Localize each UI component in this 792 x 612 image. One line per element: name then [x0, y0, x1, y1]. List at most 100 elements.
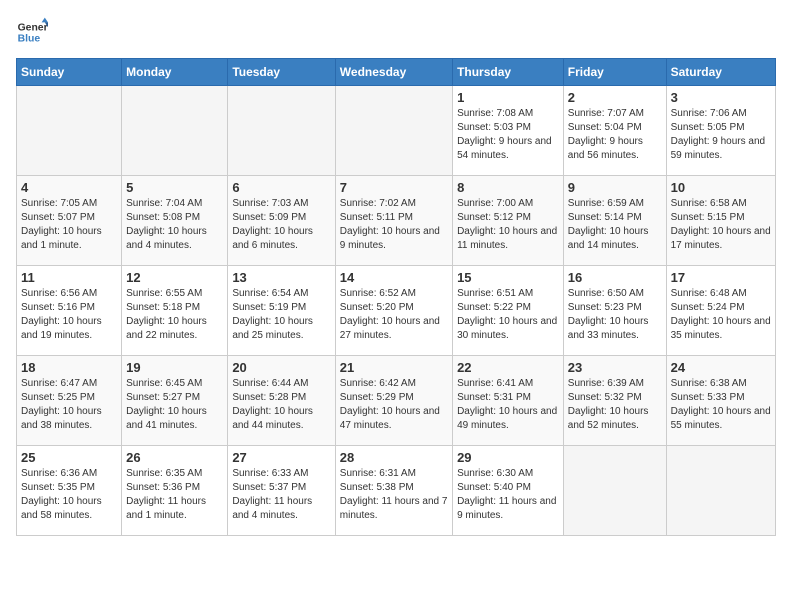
calendar-cell: 29 Sunrise: 6:30 AM Sunset: 5:40 PM Dayli… — [453, 446, 564, 536]
day-info: Sunrise: 6:52 AM Sunset: 5:20 PM Dayligh… — [340, 287, 448, 343]
calendar-cell: 7 Sunrise: 7:02 AM Sunset: 5:11 PM Daylig… — [335, 176, 452, 266]
calendar-cell — [335, 86, 452, 176]
calendar-cell: 28 Sunrise: 6:31 AM Sunset: 5:38 PM Dayli… — [335, 446, 452, 536]
day-number: 12 — [126, 270, 223, 285]
day-number: 17 — [671, 270, 771, 285]
day-number: 10 — [671, 180, 771, 195]
calendar-cell: 22 Sunrise: 6:41 AM Sunset: 5:31 PM Dayli… — [453, 356, 564, 446]
calendar-cell: 10 Sunrise: 6:58 AM Sunset: 5:15 PM Dayli… — [666, 176, 775, 266]
day-number: 22 — [457, 360, 559, 375]
day-info: Sunrise: 6:35 AM Sunset: 5:36 PM Dayligh… — [126, 467, 223, 523]
day-number: 2 — [568, 90, 662, 105]
day-info: Sunrise: 6:41 AM Sunset: 5:31 PM Dayligh… — [457, 377, 559, 433]
day-number: 19 — [126, 360, 223, 375]
calendar-cell — [666, 446, 775, 536]
day-number: 20 — [232, 360, 330, 375]
day-info: Sunrise: 7:08 AM Sunset: 5:03 PM Dayligh… — [457, 107, 559, 163]
day-number: 11 — [21, 270, 117, 285]
calendar-table: SundayMondayTuesdayWednesdayThursdayFrid… — [16, 58, 776, 536]
page-header: General Blue — [16, 16, 776, 48]
day-info: Sunrise: 7:02 AM Sunset: 5:11 PM Dayligh… — [340, 197, 448, 253]
calendar-cell: 13 Sunrise: 6:54 AM Sunset: 5:19 PM Dayli… — [228, 266, 335, 356]
day-header-monday: Monday — [122, 59, 228, 86]
day-number: 28 — [340, 450, 448, 465]
day-number: 24 — [671, 360, 771, 375]
calendar-cell — [563, 446, 666, 536]
calendar-cell — [228, 86, 335, 176]
day-info: Sunrise: 6:30 AM Sunset: 5:40 PM Dayligh… — [457, 467, 559, 523]
day-info: Sunrise: 6:38 AM Sunset: 5:33 PM Dayligh… — [671, 377, 771, 433]
calendar-cell: 20 Sunrise: 6:44 AM Sunset: 5:28 PM Dayli… — [228, 356, 335, 446]
day-number: 21 — [340, 360, 448, 375]
week-row-5: 25 Sunrise: 6:36 AM Sunset: 5:35 PM Dayli… — [17, 446, 776, 536]
day-info: Sunrise: 6:33 AM Sunset: 5:37 PM Dayligh… — [232, 467, 330, 523]
day-info: Sunrise: 7:00 AM Sunset: 5:12 PM Dayligh… — [457, 197, 559, 253]
calendar-cell: 26 Sunrise: 6:35 AM Sunset: 5:36 PM Dayli… — [122, 446, 228, 536]
calendar-cell: 4 Sunrise: 7:05 AM Sunset: 5:07 PM Daylig… — [17, 176, 122, 266]
day-info: Sunrise: 7:07 AM Sunset: 5:04 PM Dayligh… — [568, 107, 662, 163]
calendar-cell: 25 Sunrise: 6:36 AM Sunset: 5:35 PM Dayli… — [17, 446, 122, 536]
day-info: Sunrise: 6:51 AM Sunset: 5:22 PM Dayligh… — [457, 287, 559, 343]
day-info: Sunrise: 6:55 AM Sunset: 5:18 PM Dayligh… — [126, 287, 223, 343]
day-number: 18 — [21, 360, 117, 375]
day-header-sunday: Sunday — [17, 59, 122, 86]
day-info: Sunrise: 6:58 AM Sunset: 5:15 PM Dayligh… — [671, 197, 771, 253]
day-number: 29 — [457, 450, 559, 465]
calendar-cell: 16Sunrise: 6:50 AM Sunset: 5:23 PM Dayli… — [563, 266, 666, 356]
calendar-cell — [122, 86, 228, 176]
day-number: 27 — [232, 450, 330, 465]
day-number: 13 — [232, 270, 330, 285]
day-info: Sunrise: 7:05 AM Sunset: 5:07 PM Dayligh… — [21, 197, 117, 253]
calendar-cell: 24 Sunrise: 6:38 AM Sunset: 5:33 PM Dayli… — [666, 356, 775, 446]
day-info: Sunrise: 6:45 AM Sunset: 5:27 PM Dayligh… — [126, 377, 223, 433]
day-header-thursday: Thursday — [453, 59, 564, 86]
logo: General Blue — [16, 16, 56, 48]
calendar-body: 1Sunrise: 7:08 AM Sunset: 5:03 PM Daylig… — [17, 86, 776, 536]
day-info: Sunrise: 6:36 AM Sunset: 5:35 PM Dayligh… — [21, 467, 117, 523]
day-info: Sunrise: 6:56 AM Sunset: 5:16 PM Dayligh… — [21, 287, 117, 343]
day-info: Sunrise: 6:48 AM Sunset: 5:24 PM Dayligh… — [671, 287, 771, 343]
day-header-friday: Friday — [563, 59, 666, 86]
day-number: 6 — [232, 180, 330, 195]
calendar-cell — [17, 86, 122, 176]
calendar-cell: 18 Sunrise: 6:47 AM Sunset: 5:25 PM Dayli… — [17, 356, 122, 446]
week-row-4: 18 Sunrise: 6:47 AM Sunset: 5:25 PM Dayli… — [17, 356, 776, 446]
calendar-cell: 3 Sunrise: 7:06 AM Sunset: 5:05 PM Daylig… — [666, 86, 775, 176]
day-number: 7 — [340, 180, 448, 195]
calendar-cell: 9Sunrise: 6:59 AM Sunset: 5:14 PM Daylig… — [563, 176, 666, 266]
calendar-cell: 6Sunrise: 7:03 AM Sunset: 5:09 PM Daylig… — [228, 176, 335, 266]
day-info: Sunrise: 6:44 AM Sunset: 5:28 PM Dayligh… — [232, 377, 330, 433]
calendar-cell: 12 Sunrise: 6:55 AM Sunset: 5:18 PM Dayli… — [122, 266, 228, 356]
day-info: Sunrise: 6:54 AM Sunset: 5:19 PM Dayligh… — [232, 287, 330, 343]
day-number: 25 — [21, 450, 117, 465]
calendar-cell: 11 Sunrise: 6:56 AM Sunset: 5:16 PM Dayli… — [17, 266, 122, 356]
day-info: Sunrise: 7:06 AM Sunset: 5:05 PM Dayligh… — [671, 107, 771, 163]
week-row-2: 4 Sunrise: 7:05 AM Sunset: 5:07 PM Daylig… — [17, 176, 776, 266]
day-info: Sunrise: 6:31 AM Sunset: 5:38 PM Dayligh… — [340, 467, 448, 523]
day-header-wednesday: Wednesday — [335, 59, 452, 86]
day-info: Sunrise: 6:59 AM Sunset: 5:14 PM Dayligh… — [568, 197, 662, 253]
calendar-cell: 17 Sunrise: 6:48 AM Sunset: 5:24 PM Dayli… — [666, 266, 775, 356]
calendar-cell: 1Sunrise: 7:08 AM Sunset: 5:03 PM Daylig… — [453, 86, 564, 176]
week-row-3: 11 Sunrise: 6:56 AM Sunset: 5:16 PM Dayli… — [17, 266, 776, 356]
day-number: 26 — [126, 450, 223, 465]
calendar-cell: 14 Sunrise: 6:52 AM Sunset: 5:20 PM Dayli… — [335, 266, 452, 356]
calendar-cell: 27 Sunrise: 6:33 AM Sunset: 5:37 PM Dayli… — [228, 446, 335, 536]
svg-text:General: General — [18, 22, 48, 33]
day-header-saturday: Saturday — [666, 59, 775, 86]
day-number: 3 — [671, 90, 771, 105]
day-number: 5 — [126, 180, 223, 195]
day-number: 8 — [457, 180, 559, 195]
week-row-1: 1Sunrise: 7:08 AM Sunset: 5:03 PM Daylig… — [17, 86, 776, 176]
day-header-tuesday: Tuesday — [228, 59, 335, 86]
day-info: Sunrise: 6:39 AM Sunset: 5:32 PM Dayligh… — [568, 377, 662, 433]
calendar-header-row: SundayMondayTuesdayWednesdayThursdayFrid… — [17, 59, 776, 86]
day-info: Sunrise: 6:42 AM Sunset: 5:29 PM Dayligh… — [340, 377, 448, 433]
day-number: 14 — [340, 270, 448, 285]
calendar-cell: 15Sunrise: 6:51 AM Sunset: 5:22 PM Dayli… — [453, 266, 564, 356]
day-number: 4 — [21, 180, 117, 195]
calendar-cell: 23Sunrise: 6:39 AM Sunset: 5:32 PM Dayli… — [563, 356, 666, 446]
calendar-cell: 5Sunrise: 7:04 AM Sunset: 5:08 PM Daylig… — [122, 176, 228, 266]
calendar-cell: 19 Sunrise: 6:45 AM Sunset: 5:27 PM Dayli… — [122, 356, 228, 446]
day-info: Sunrise: 6:47 AM Sunset: 5:25 PM Dayligh… — [21, 377, 117, 433]
